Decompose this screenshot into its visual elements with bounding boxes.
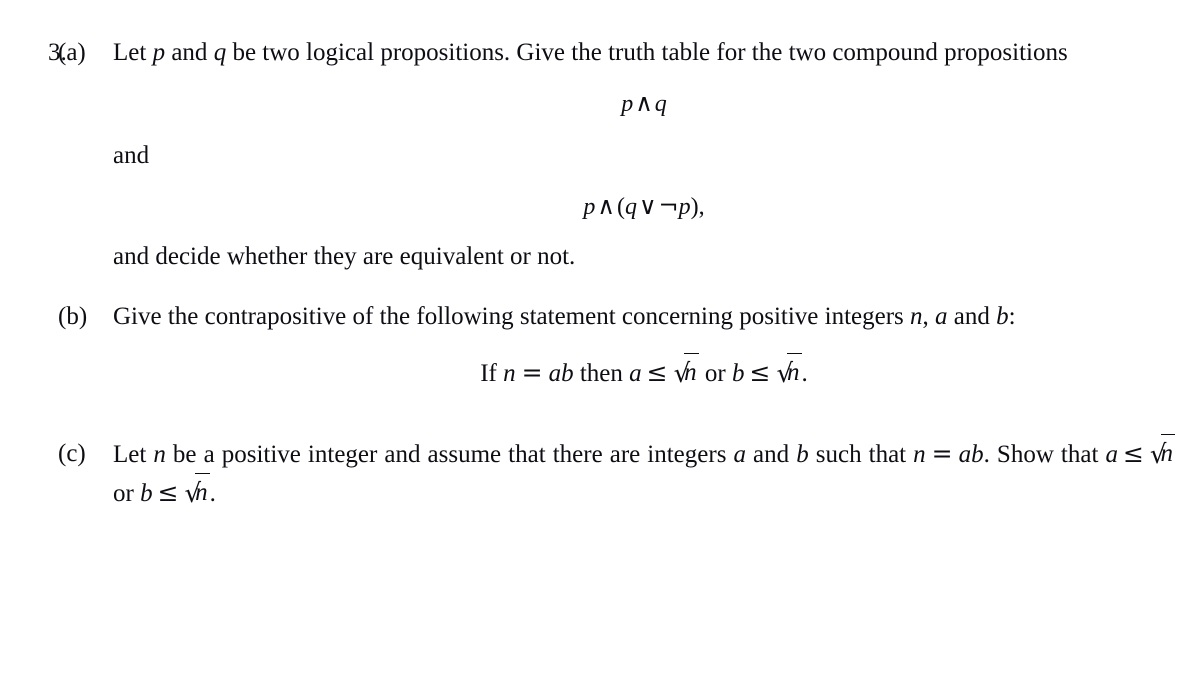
display-formula-p-and-q-or-not-p: p∧(q∨¬p), — [113, 189, 1175, 224]
part-a-paragraph-1: Let p and q be two logical propositions.… — [113, 34, 1175, 72]
part-a-text-1a: Let — [113, 39, 153, 66]
statement-or: or — [698, 360, 732, 387]
statement-math: If n = ab then a ≤ √n or b ≤ √n. — [480, 353, 808, 389]
display-formula-p-and-q: p∧q — [113, 86, 1175, 121]
part-a-text-1b: and — [165, 39, 214, 66]
part-b-text-1: Give the contrapositive of the following… — [113, 303, 911, 330]
document-page: 3. (a) Let p and q be two logical propos… — [0, 0, 1200, 684]
formula-var-p: p — [621, 91, 634, 117]
part-b-var-a: a — [935, 303, 948, 330]
part-b-body: Give the contrapositive of the following… — [113, 298, 1175, 409]
part-c-equals-icon: = — [931, 439, 953, 468]
part-b-colon: : — [1008, 303, 1016, 330]
part-c-var-b2: b — [140, 480, 153, 507]
part-c-var-a2: a — [1105, 441, 1118, 468]
statement-ab: ab — [548, 360, 574, 387]
wedge-operator-icon: ∧ — [635, 89, 653, 117]
part-a-label: (a) — [58, 39, 86, 66]
problem-number: 3. — [48, 39, 67, 66]
part-c-var-b: b — [796, 441, 809, 468]
radicand-n-4: n — [195, 473, 210, 512]
sqrt-n-1: √n — [673, 353, 699, 393]
variable-q: q — [213, 39, 227, 66]
part-b-var-n: n — [910, 303, 923, 330]
part-a-paragraph-2: and decide whether they are equivalent o… — [113, 243, 576, 270]
part-c-paragraph-1: Let n be a positive integer and assume t… — [113, 434, 1175, 513]
problem-row: 3. (a) Let p and q be two logical propos… — [0, 34, 1200, 513]
part-c-period: . — [209, 480, 216, 507]
leq-icon-1: ≤ — [646, 358, 668, 387]
formula2-var-p2: p — [678, 194, 691, 220]
part-c: (c) Let n be a positive integer and assu… — [58, 434, 1175, 513]
part-c-t4: such that — [815, 441, 914, 468]
vee-operator-icon: ∨ — [638, 192, 657, 220]
part-c-ab: ab — [958, 441, 984, 468]
part-b-comma: , — [922, 303, 936, 330]
part-a: (a) Let p and q be two logical propositi… — [58, 34, 1175, 276]
equals-icon: = — [521, 358, 543, 387]
part-b-var-b: b — [996, 303, 1009, 330]
part-c-t5: . Show that — [983, 441, 1106, 468]
part-a-body: Let p and q be two logical propositions.… — [113, 34, 1175, 276]
part-c-body: Let n be a positive integer and assume t… — [113, 434, 1175, 513]
statement-var-n: n — [503, 360, 516, 387]
part-a-connector: and — [113, 142, 150, 169]
variable-p: p — [152, 39, 166, 66]
formula-var-q: q — [654, 91, 667, 117]
display-statement-contrapositive: If n = ab then a ≤ √n or b ≤ √n. — [113, 353, 1175, 393]
part-c-label: (c) — [58, 440, 86, 467]
formula2-var-q: q — [624, 194, 637, 220]
radicand-n-3: n — [1160, 434, 1175, 473]
part-c-var-a: a — [733, 441, 746, 468]
sqrt-n-4: √n — [184, 473, 210, 513]
sqrt-n-2: √n — [775, 353, 802, 393]
statement-var-b: b — [731, 360, 745, 387]
part-c-leq-icon-1: ≤ — [1122, 439, 1144, 468]
problem-parts: (a) Let p and q be two logical propositi… — [58, 34, 1200, 513]
formula-p-and-q-or-not-p: p∧(q∨¬p), — [583, 192, 705, 220]
formula-p-and-q: p∧q — [621, 89, 667, 117]
part-c-t2: be a positive integer and assume that th… — [165, 441, 734, 468]
part-a-text-1c: be two logical propositions. Give the tr… — [226, 39, 1068, 66]
part-c-leq-icon-2: ≤ — [157, 478, 179, 507]
statement-if: If — [480, 360, 504, 387]
part-c-t3: and — [745, 441, 797, 468]
leq-icon-2: ≤ — [749, 358, 771, 387]
part-c-t6: or — [113, 480, 141, 507]
part-b-paragraph-1: Give the contrapositive of the following… — [113, 298, 1175, 336]
problem-3: 3. (a) Let p and q be two logical propos… — [0, 34, 1200, 513]
part-c-var-n: n — [153, 441, 166, 468]
part-b-text-and: and — [947, 303, 997, 330]
part-c-var-n2: n — [913, 441, 926, 468]
radicand-n-1: n — [684, 353, 699, 392]
statement-then: then — [573, 360, 630, 387]
part-b-label: (b) — [58, 303, 88, 330]
statement-period: . — [801, 360, 808, 387]
part-c-t1: Let — [113, 441, 154, 468]
negation-icon: ¬ — [658, 192, 679, 220]
formula2-var-p: p — [583, 194, 596, 220]
formula2-comma: , — [698, 194, 705, 220]
sqrt-n-3: √n — [1149, 434, 1175, 474]
left-paren: ( — [616, 194, 625, 220]
part-b: (b) Give the contrapositive of the follo… — [58, 298, 1175, 409]
radicand-n-2: n — [787, 353, 802, 392]
statement-var-a: a — [629, 360, 642, 387]
right-paren: ) — [690, 194, 699, 220]
wedge-operator-icon-2: ∧ — [597, 192, 615, 220]
